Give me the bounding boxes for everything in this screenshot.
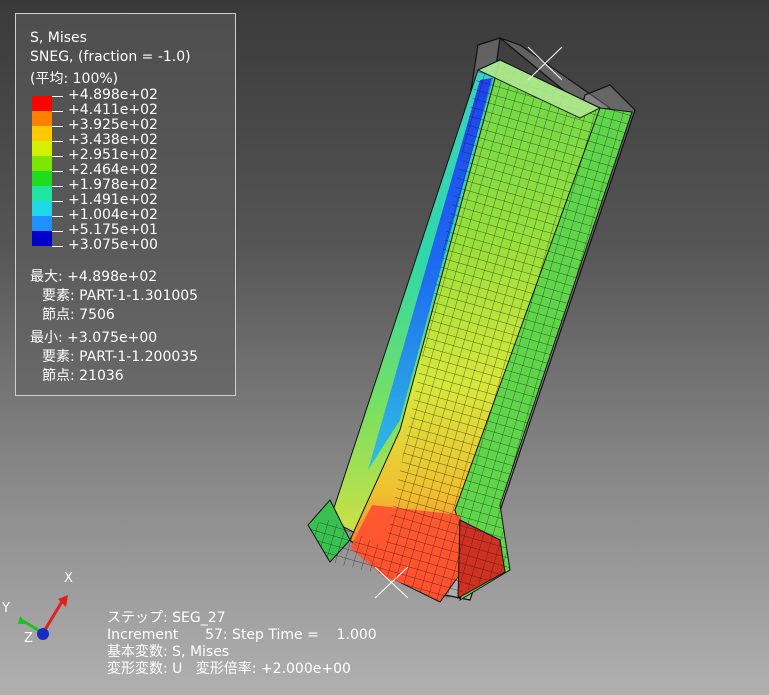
legend-level-label: +5.175e+01	[68, 222, 158, 238]
legend-average: (平均: 100%)	[30, 71, 119, 87]
legend-tick	[52, 156, 63, 157]
x-axis-arrow	[41, 599, 65, 634]
legend-tick	[52, 111, 63, 112]
legend-tick	[52, 141, 63, 142]
legend-tick	[52, 201, 63, 202]
legend-level-label: +1.978e+02	[68, 177, 158, 193]
z-axis-dot	[37, 628, 49, 640]
status-block: ステップ: SEG_27 Increment 57: Step Time = 1…	[107, 610, 377, 678]
legend-level-label: +3.925e+02	[68, 117, 158, 133]
legend-level-label: +1.004e+02	[68, 207, 158, 223]
legend-min-value: 最小: +3.075e+00	[30, 330, 158, 346]
legend-swatch	[32, 186, 52, 201]
legend-swatch	[32, 126, 52, 141]
status-primary-variable: 基本変数: S, Mises	[107, 644, 230, 660]
legend-tick	[52, 246, 63, 247]
triad-y-label: Y	[2, 601, 10, 616]
legend-max-node: 節点: 7506	[42, 307, 115, 323]
legend-swatch	[32, 96, 52, 111]
legend-min-element: 要素: PART-1-1.200035	[42, 349, 199, 365]
legend-title: S, Mises	[30, 30, 87, 46]
legend-level-label: +4.898e+02	[68, 87, 158, 103]
legend-subtitle: SNEG, (fraction = -1.0)	[30, 49, 191, 65]
legend-swatch	[32, 141, 52, 156]
legend-tick	[52, 216, 63, 217]
legend-tick	[52, 186, 63, 187]
legend-level-label: +2.464e+02	[68, 162, 158, 178]
legend-min-node: 節点: 21036	[42, 368, 124, 384]
legend-swatch	[32, 216, 52, 231]
legend-max-element: 要素: PART-1-1.301005	[42, 288, 199, 304]
legend-tick	[52, 171, 63, 172]
legend-swatch	[32, 201, 52, 216]
status-increment: Increment 57: Step Time = 1.000	[107, 627, 377, 643]
legend-swatch	[32, 111, 52, 126]
legend-tick	[52, 96, 63, 97]
legend-level-label: +2.951e+02	[68, 147, 158, 163]
legend-swatch	[32, 156, 52, 171]
legend-tick	[52, 231, 63, 232]
legend-level-label: +1.491e+02	[68, 192, 158, 208]
legend-swatch	[32, 171, 52, 186]
legend-level-label: +3.438e+02	[68, 132, 158, 148]
triad-x-label: X	[64, 571, 73, 586]
legend-tick	[52, 126, 63, 127]
status-deformed-variable: 変形変数: U 変形倍率: +2.000e+00	[107, 661, 351, 677]
legend-max-value: 最大: +4.898e+02	[30, 269, 158, 285]
legend-level-label: +3.075e+00	[68, 237, 158, 253]
contour-legend: S, Mises SNEG, (fraction = -1.0) (平均: 10…	[15, 13, 236, 396]
triad-z-label: Z	[24, 631, 33, 646]
deformed-column	[307, 59, 633, 603]
legend-swatch	[32, 231, 52, 246]
status-step: ステップ: SEG_27	[107, 610, 226, 626]
legend-level-label: +4.411e+02	[68, 102, 158, 118]
